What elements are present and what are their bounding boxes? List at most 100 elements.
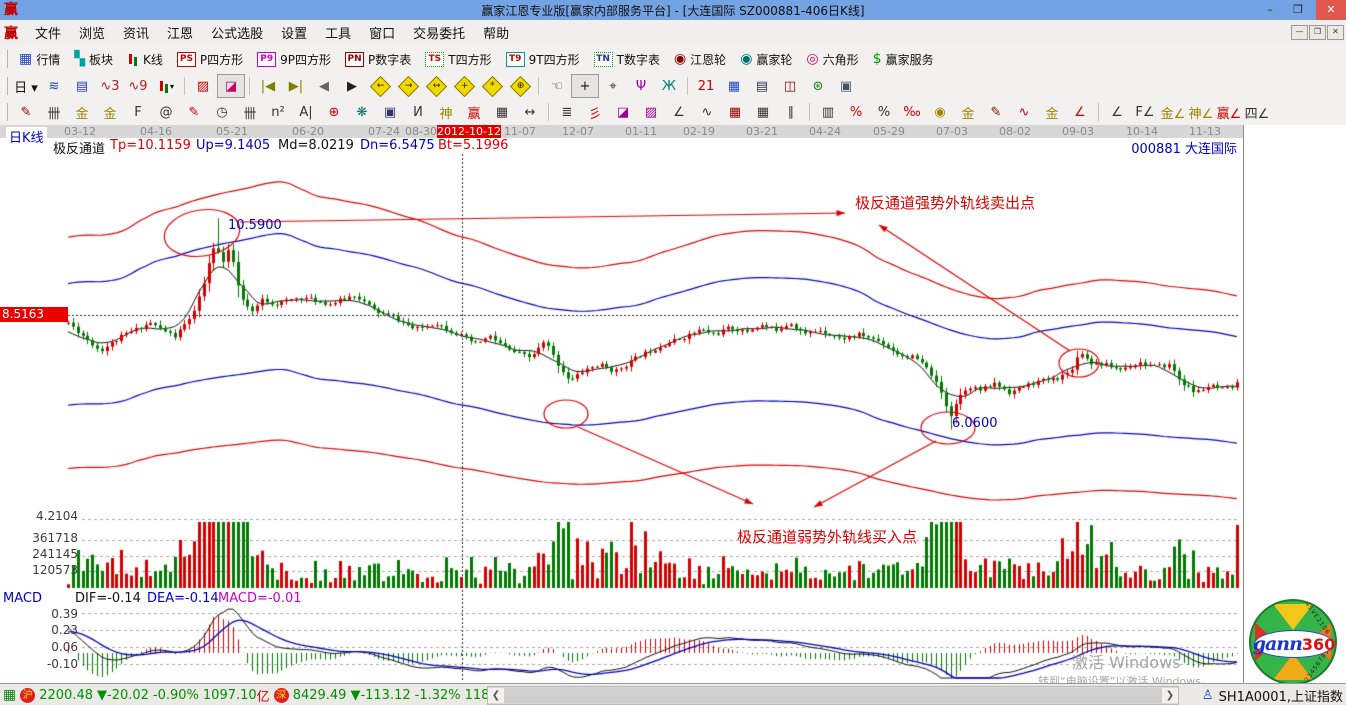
volume-profile-icon[interactable]: ◪	[217, 74, 245, 98]
win-tool-icon[interactable]: 赢	[460, 100, 488, 124]
compress-diamond-icon[interactable]: +	[450, 74, 478, 98]
window-minimize-button[interactable]: –	[1258, 0, 1282, 20]
expand-diamond-icon[interactable]: ↔	[422, 74, 450, 98]
p-square-button[interactable]: PSP四方形	[170, 49, 250, 70]
up-angle-icon[interactable]: ∠	[1103, 100, 1131, 124]
window-close-button[interactable]: ✕	[1316, 0, 1346, 20]
gold-lines-icon[interactable]: 金	[954, 100, 982, 124]
wave-3-icon[interactable]: ∿3	[96, 74, 124, 98]
kline-button[interactable]: K线	[120, 49, 170, 70]
scale-bars-icon[interactable]: ▥	[814, 100, 842, 124]
permille-line-icon[interactable]: ‰	[898, 100, 926, 124]
price-bars-icon[interactable]: ≣	[553, 100, 581, 124]
parallel-lines-icon[interactable]: ∥	[777, 100, 805, 124]
zoom-out-left-diamond-icon[interactable]: ←	[366, 74, 394, 98]
menu-item-0[interactable]: 文件	[26, 20, 70, 45]
circle-cross-icon[interactable]: ⊕	[320, 100, 348, 124]
wave-mark-icon[interactable]: И	[404, 100, 432, 124]
last-page-icon[interactable]: ▶|	[282, 74, 310, 98]
grid-black-icon[interactable]: ▦	[749, 100, 777, 124]
percent-slope-icon[interactable]: %	[842, 100, 870, 124]
draw-knife-icon[interactable]: ✎	[12, 100, 40, 124]
gold-circle-icon[interactable]: ◉	[926, 100, 954, 124]
menu-item-4[interactable]: 公式选股	[202, 20, 272, 45]
save-icon[interactable]: ◫	[776, 74, 804, 98]
gann-wheel-button[interactable]: ◉江恩轮	[667, 49, 733, 70]
notepad-icon[interactable]: ▤	[748, 74, 776, 98]
pen-tool-icon[interactable]: ✎	[982, 100, 1010, 124]
scroll-thumb[interactable]	[504, 688, 1162, 703]
t-number-table-button[interactable]: TNT数字表	[587, 49, 667, 70]
grid-123-icon[interactable]: ▦	[488, 100, 516, 124]
gann-tool-icon[interactable]: Ψ	[627, 74, 655, 98]
reset-diamond-icon[interactable]: ⊕	[506, 74, 534, 98]
cycle-ruler-icon[interactable]: 卌	[236, 100, 264, 124]
zigzag-icon[interactable]: ∿	[693, 100, 721, 124]
fan-box-2-icon[interactable]: ▨	[637, 100, 665, 124]
measure-line-icon[interactable]: ⌖	[599, 74, 627, 98]
menu-item-7[interactable]: 窗口	[360, 20, 404, 45]
page-next-icon[interactable]: ▶	[338, 74, 366, 98]
four-angle-icon[interactable]: 四∠	[1243, 100, 1271, 124]
mdi-minimize-button[interactable]: —	[1291, 25, 1308, 40]
window-restore-button[interactable]: ❐	[1286, 0, 1310, 20]
calendar-21-icon[interactable]: 21	[692, 74, 720, 98]
a-wave-icon[interactable]: ∿	[1010, 100, 1038, 124]
p9-square-button[interactable]: P99P四方形	[250, 49, 338, 70]
f-angle-icon[interactable]: F∠	[1131, 100, 1159, 124]
shen-tool-icon[interactable]: 神	[432, 100, 460, 124]
drag-hand-icon[interactable]: ☜	[543, 74, 571, 98]
first-page-icon[interactable]: |◀	[254, 74, 282, 98]
text-note-icon[interactable]: A|	[292, 100, 320, 124]
menu-item-8[interactable]: 交易委托	[404, 20, 474, 45]
percent-icon[interactable]: %	[870, 100, 898, 124]
fractal-tool-icon[interactable]: Ж	[655, 74, 683, 98]
zoom-in-right-diamond-icon[interactable]: →	[394, 74, 422, 98]
region-map-icon[interactable]: ▨	[189, 74, 217, 98]
web-globe-icon[interactable]: ⊛	[804, 74, 832, 98]
quotes-button[interactable]: ▦行情	[12, 49, 67, 70]
candle-style-dropdown-icon[interactable]: ▾	[152, 74, 180, 98]
fan-lines-icon[interactable]: 彡	[581, 100, 609, 124]
angle-line-icon[interactable]: ∠	[665, 100, 693, 124]
calculator-icon[interactable]: ▦	[720, 74, 748, 98]
menu-item-9[interactable]: 帮助	[474, 20, 518, 45]
page-prev-icon[interactable]: ◀	[310, 74, 338, 98]
shanghai-index-icon[interactable]: 沪	[20, 688, 35, 703]
winner-wheel-button[interactable]: ◉赢家轮	[733, 49, 799, 70]
wave-9-icon[interactable]: ∿9	[124, 74, 152, 98]
scroll-right-arrow[interactable]: ❯	[1162, 688, 1178, 703]
fibonacci-ruler-icon[interactable]: F	[124, 100, 152, 124]
gold-angle-icon[interactable]: 金∠	[1159, 100, 1187, 124]
chart-horizontal-scrollbar[interactable]: ❮ ❯	[487, 686, 1179, 705]
mdi-restore-button[interactable]: ❐	[1309, 25, 1326, 40]
shenzhen-index-icon[interactable]: 深	[274, 688, 289, 703]
mdi-close-button[interactable]: ✕	[1327, 25, 1344, 40]
crosshair-icon[interactable]: +	[571, 74, 599, 98]
menu-item-6[interactable]: 工具	[316, 20, 360, 45]
square-target-icon[interactable]: ▣	[376, 100, 404, 124]
grid-red-icon[interactable]: ▦	[721, 100, 749, 124]
time-ruler-icon[interactable]: 卌	[40, 100, 68, 124]
p-number-table-button[interactable]: PNP数字表	[338, 49, 418, 70]
overlay-chart-icon[interactable]: ≋	[40, 74, 68, 98]
center-diamond-icon[interactable]: *	[478, 74, 506, 98]
j-angle-icon[interactable]: ∠	[1066, 100, 1094, 124]
f10-info-icon[interactable]: ▤	[68, 74, 96, 98]
menu-item-2[interactable]: 资讯	[114, 20, 158, 45]
sectors-button[interactable]: ▚板块	[67, 49, 120, 70]
fan-box-1-icon[interactable]: ◪	[609, 100, 637, 124]
span-arrows-icon[interactable]: ↔	[516, 100, 544, 124]
period-day-dropdown-icon[interactable]: 日 ▾	[12, 74, 40, 98]
menu-item-5[interactable]: 设置	[272, 20, 316, 45]
winner-service-button[interactable]: $赢家服务	[866, 49, 941, 70]
n-square-icon[interactable]: n²	[264, 100, 292, 124]
remote-pc-icon[interactable]: ▣	[832, 74, 860, 98]
draw-knife-2-icon[interactable]: ✎	[180, 100, 208, 124]
shen-angle-icon[interactable]: 神∠	[1187, 100, 1215, 124]
gold-line-icon[interactable]: 金	[1038, 100, 1066, 124]
star-grid-icon[interactable]: ❋	[348, 100, 376, 124]
gold-ruler-1-icon[interactable]: 金	[68, 100, 96, 124]
kline-chart-area[interactable]: 2012-10-12 03-1204-1605-2106-2007-2408-3…	[0, 125, 1244, 683]
scroll-left-arrow[interactable]: ❮	[488, 688, 504, 703]
